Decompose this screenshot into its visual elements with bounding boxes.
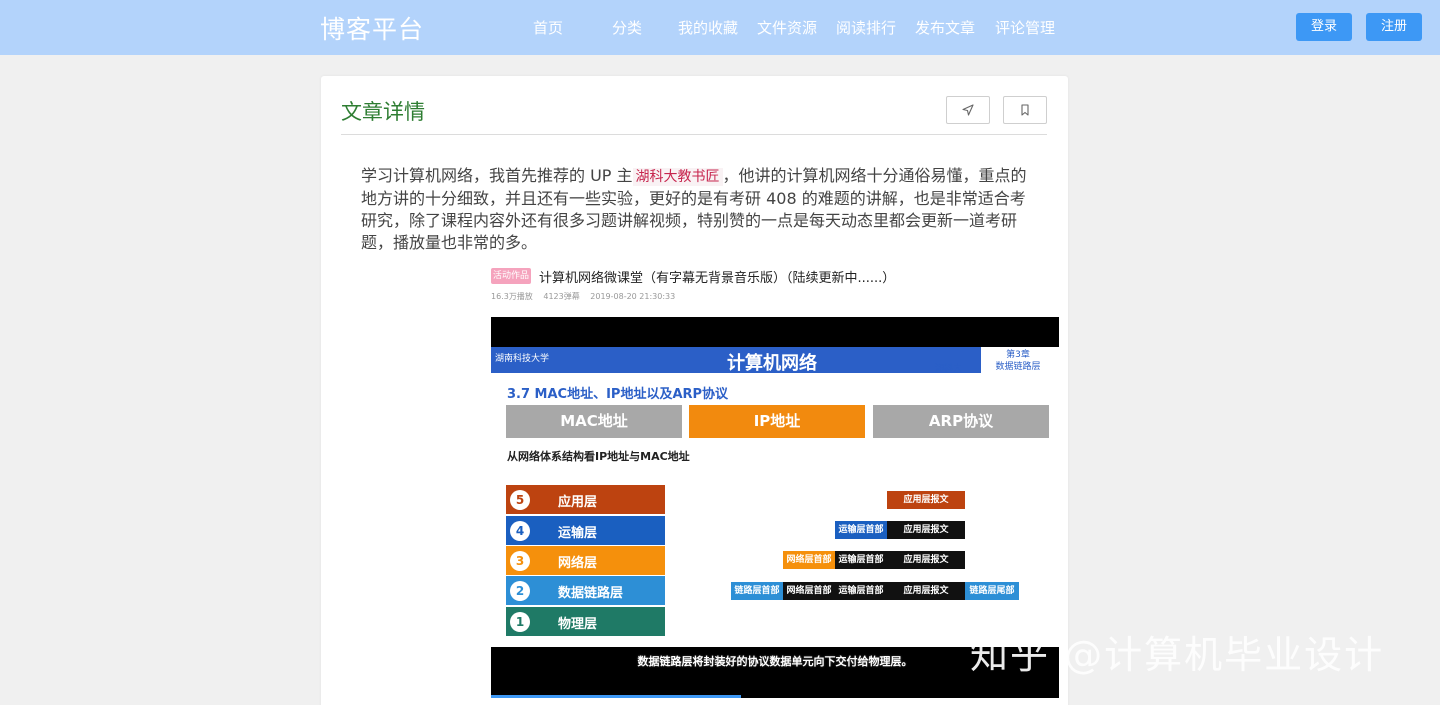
zhihu-watermark: 知乎 @计算机毕业设计	[970, 633, 1385, 677]
network-header-box: 网络层首部	[783, 551, 835, 569]
layer-label: 网络层	[558, 556, 598, 571]
share-button[interactable]	[946, 96, 990, 124]
login-button[interactable]: 登录	[1296, 13, 1352, 41]
video-title[interactable]: 计算机网络微课堂（有字幕无背景音乐版）（陆续更新中......）	[539, 267, 895, 286]
nav-comments[interactable]: 评论管理	[995, 17, 1055, 38]
slide-subtitle: 湖科大	[935, 364, 963, 374]
layer-transport: 4 运输层	[506, 516, 665, 545]
title-divider	[341, 134, 1047, 135]
layer-application: 5 应用层	[506, 485, 665, 514]
layer-number: 2	[510, 581, 530, 601]
paragraph-text-start: 学习计算机网络，我首先推荐的 UP 主	[361, 166, 633, 185]
publish-date: 2019-08-20 21:30:33	[590, 292, 676, 301]
nav-favorites[interactable]: 我的收藏	[678, 17, 738, 38]
app-message-box: 应用层报文	[887, 521, 965, 539]
slide-tab-ip: IP地址	[689, 405, 865, 438]
layer-datalink: 2 数据链路层	[506, 576, 665, 605]
university-logo: 湖南科技大学	[495, 354, 550, 364]
app-message-box: 应用层报文	[887, 551, 965, 569]
brand-logo[interactable]: 博客平台	[320, 10, 424, 46]
layer-network: 3 网络层	[506, 546, 665, 575]
transport-header-box: 运输层首部	[835, 521, 887, 539]
slide-heading: 计算机网络	[727, 353, 817, 374]
page-title: 文章详情	[341, 100, 425, 124]
video-progress-bar[interactable]	[491, 695, 741, 698]
nav-publish[interactable]: 发布文章	[915, 17, 975, 38]
app-message-box: 应用层报文	[887, 491, 965, 509]
layer-label: 物理层	[558, 617, 598, 632]
top-navbar: 博客平台 首页 分类 我的收藏 文件资源 阅读排行 发布文章 评论管理 登录 注…	[0, 0, 1440, 55]
nav-ranking[interactable]: 阅读排行	[836, 17, 896, 38]
play-count: 16.3万播放	[491, 292, 533, 301]
transport-header-box: 运输层首部	[835, 582, 887, 600]
slide-section-title: 3.7 MAC地址、IP地址以及ARP协议	[507, 387, 729, 402]
layer-number: 4	[510, 521, 530, 541]
app-message-box: 应用层报文	[887, 582, 965, 600]
bookmark-icon	[1021, 104, 1029, 116]
network-header-box: 网络层首部	[783, 582, 835, 600]
slide-chapter: 第3章 数据链路层	[983, 349, 1053, 373]
transport-header-box: 运输层首部	[835, 551, 887, 569]
layer-physical: 1 物理层	[506, 607, 665, 636]
danmaku-count: 4123弹幕	[543, 292, 580, 301]
send-icon	[962, 104, 974, 116]
layer-number: 3	[510, 551, 530, 571]
up-name-highlight[interactable]: 湖科大教书匠	[632, 168, 723, 186]
link-tail-box: 链路层尾部	[965, 582, 1019, 600]
chapter-number: 第3章	[1006, 350, 1030, 360]
link-header-box: 链路层首部	[731, 582, 783, 600]
layer-label: 应用层	[558, 495, 598, 510]
slide-tab-mac: MAC地址	[506, 405, 682, 438]
video-slide: 湖南科技大学 计算机网络 湖科大 第3章 数据链路层 3.7 MAC地址、IP地…	[491, 347, 1059, 647]
article-paragraph: 学习计算机网络，我首先推荐的 UP 主湖科大教书匠 ，他讲的计算机网络十分通俗易懂…	[361, 165, 1033, 254]
slide-question: 从网络体系结构看IP地址与MAC地址	[507, 450, 690, 463]
slide-tab-arp: ARP协议	[873, 405, 1049, 438]
layer-label: 数据链路层	[558, 586, 624, 601]
nav-category[interactable]: 分类	[612, 17, 642, 38]
register-button[interactable]: 注册	[1366, 13, 1422, 41]
layer-label: 运输层	[558, 526, 598, 541]
bookmark-button[interactable]	[1003, 96, 1047, 124]
activity-badge: 活动作品	[491, 268, 531, 284]
article-card: 文章详情 学习计算机网络，我首先推荐的 UP 主湖科大教书匠 ，他讲的计算机网络十…	[321, 76, 1068, 705]
nav-home[interactable]: 首页	[533, 17, 563, 38]
chapter-name: 数据链路层	[995, 362, 1041, 372]
video-meta: 16.3万播放 4123弹幕 2019-08-20 21:30:33	[491, 291, 683, 302]
nav-files[interactable]: 文件资源	[757, 17, 817, 38]
layer-number: 1	[510, 612, 530, 632]
layer-number: 5	[510, 490, 530, 510]
